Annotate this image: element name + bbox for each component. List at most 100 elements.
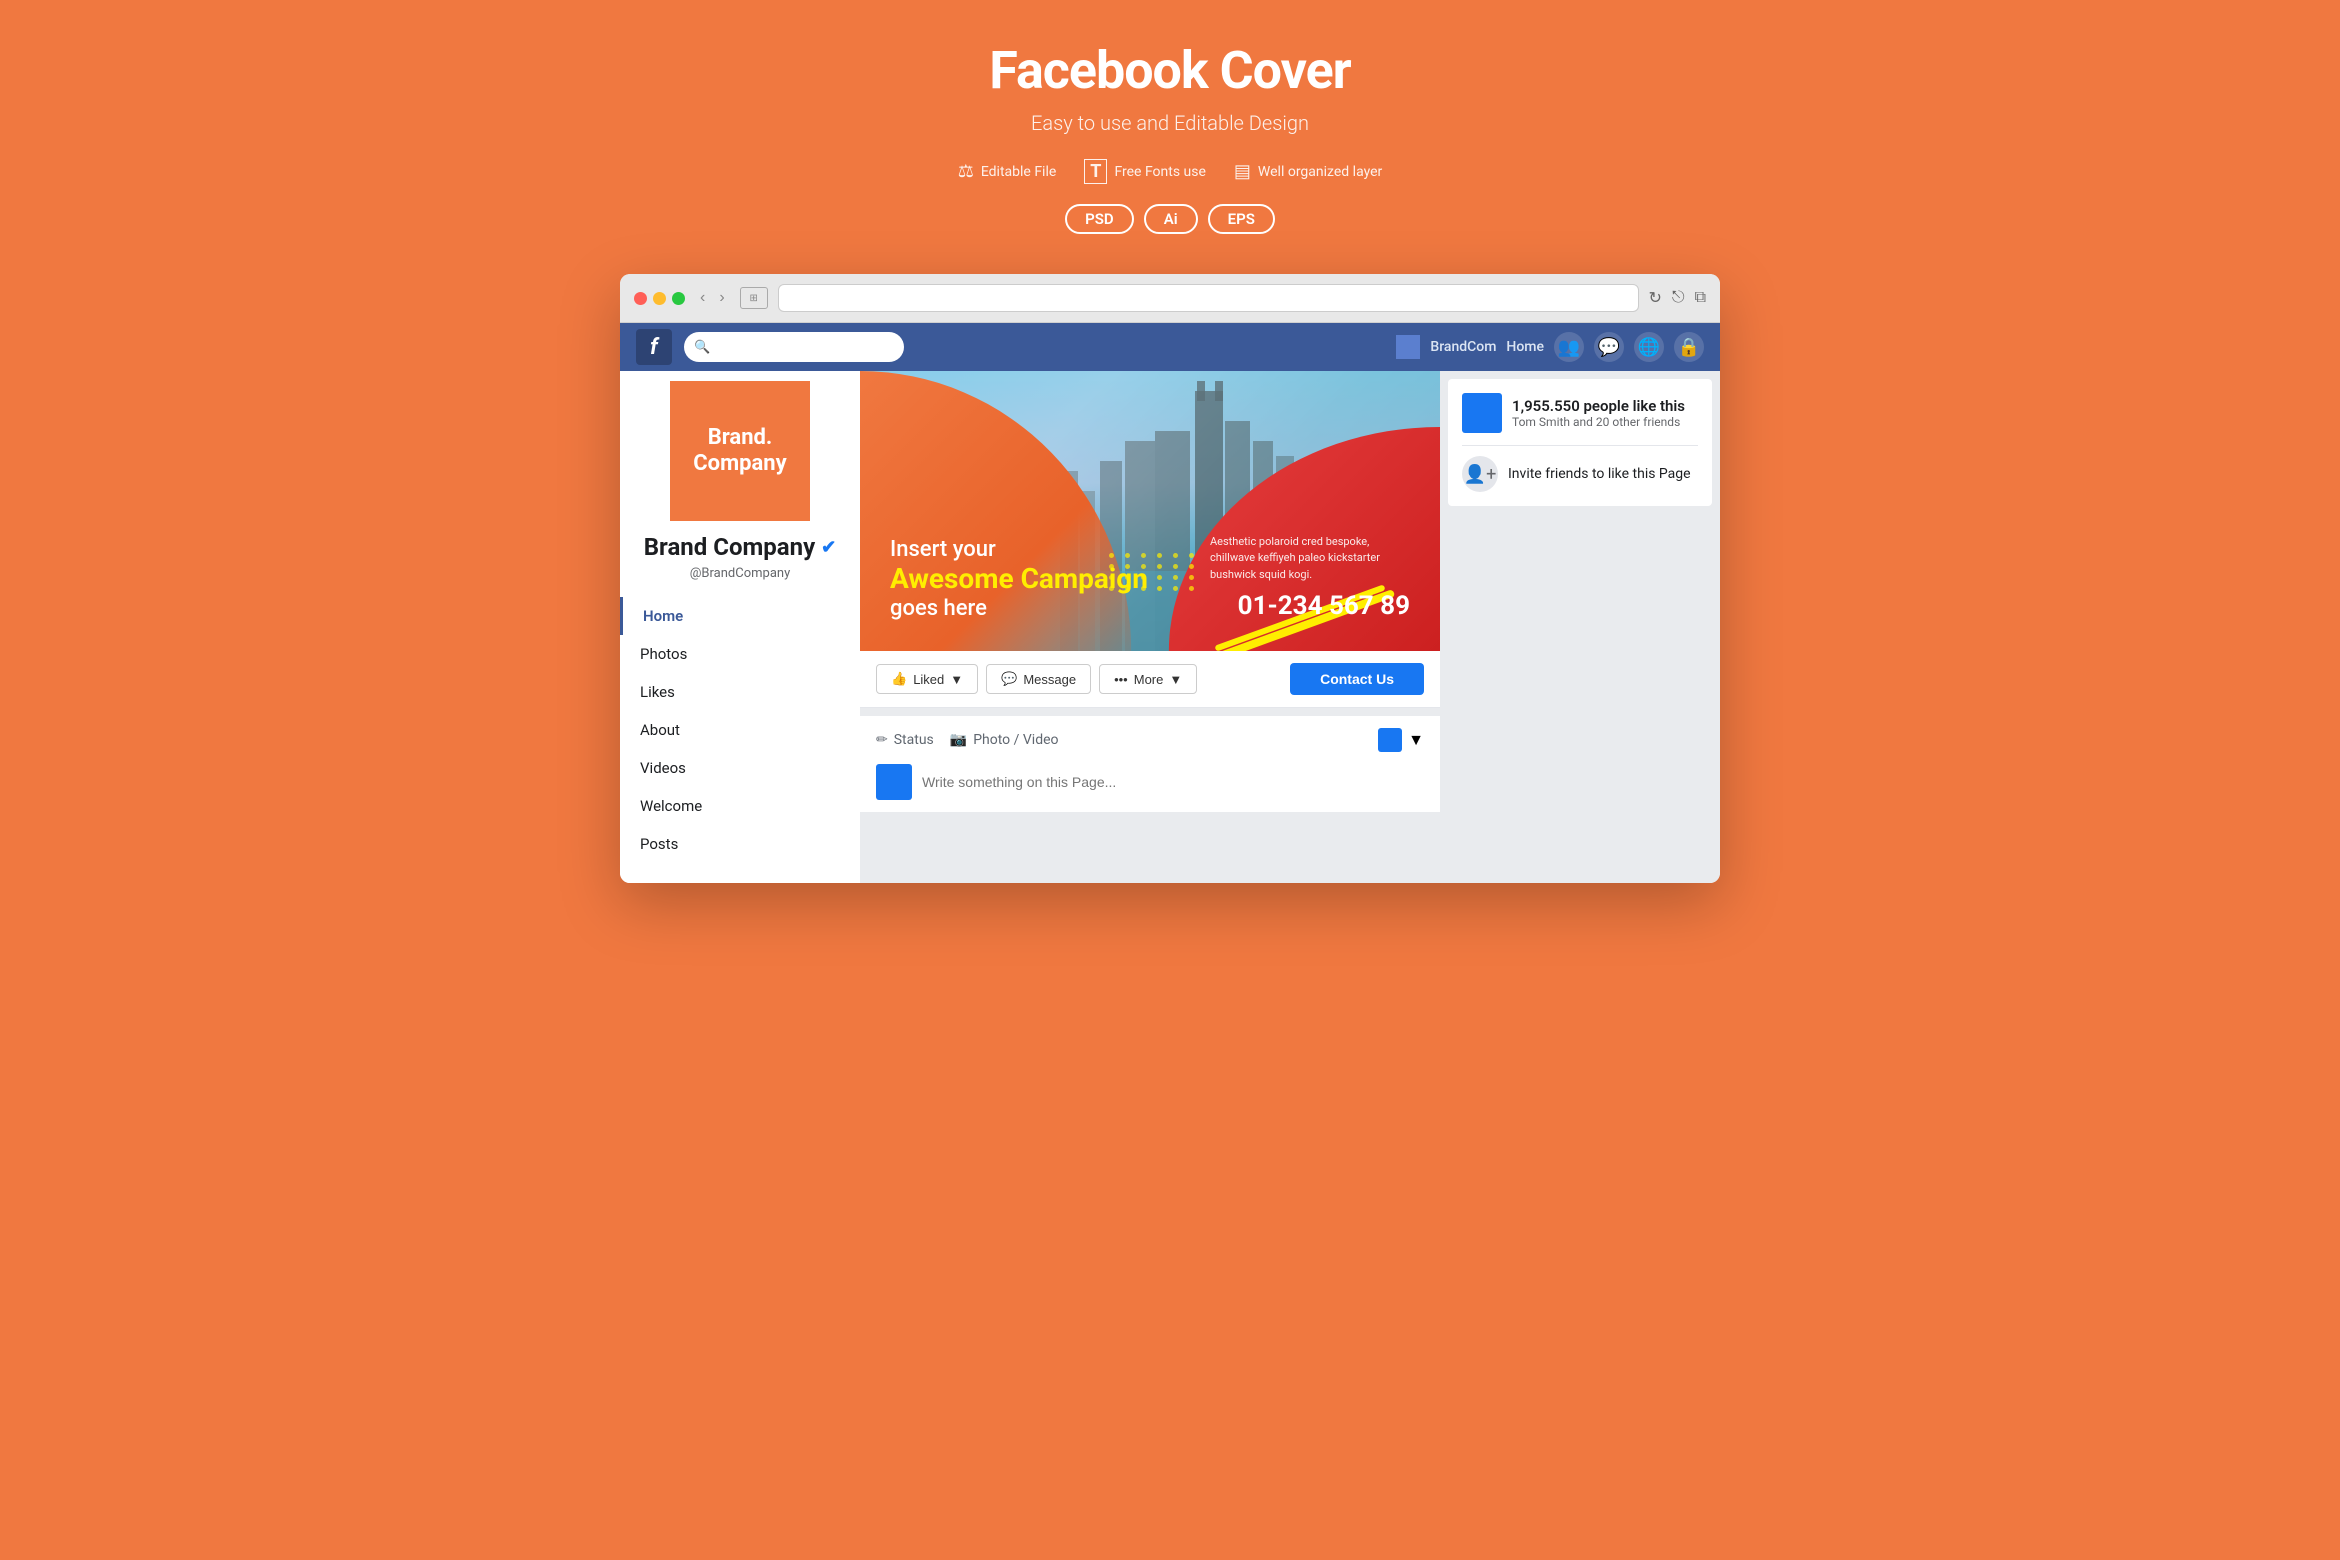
cover-insert-text: Insert your <box>890 537 1148 562</box>
header-section: Facebook Cover Easy to use and Editable … <box>958 40 1383 234</box>
fb-action-left: 👍 Liked ▼ 💬 Message ••• More ▼ <box>876 664 1290 694</box>
fb-content: Brand. Company Brand Company ✔ @BrandCom… <box>620 371 1720 883</box>
fb-navbar: f 🔍 BrandCom Home 👥 💬 🌐 🔒 <box>620 323 1720 371</box>
post-avatar <box>876 764 912 800</box>
badges-row: PSD Ai EPS <box>958 204 1383 234</box>
liked-button[interactable]: 👍 Liked ▼ <box>876 664 978 694</box>
cover-campaign-text: Awesome Campaign <box>890 562 1148 596</box>
search-icon: 🔍 <box>694 340 710 355</box>
profile-name-text: Brand Company <box>644 533 815 562</box>
invite-icon: 👤+ <box>1462 456 1498 492</box>
browser-window: ‹ › ⊞ ↻ ⎋ ⧉ f 🔍 BrandCom Home 👥 💬 🌐 🔒 <box>620 274 1720 883</box>
layers-icon: ▤ <box>1234 161 1251 182</box>
dot-green[interactable] <box>672 292 685 305</box>
verified-badge: ✔ <box>821 537 836 559</box>
fb-globe-icon[interactable]: 🌐 <box>1634 332 1664 362</box>
invite-row: 👤+ Invite friends to like this Page <box>1462 456 1698 492</box>
post-area: ✏ Status 📷 Photo / Video ▼ <box>860 716 1440 812</box>
photo-video-tab[interactable]: 📷 Photo / Video <box>950 732 1059 748</box>
feature-editable: ⚖ Editable File <box>958 161 1057 182</box>
cover-desc-text: Aesthetic polaroid cred bespoke, chillwa… <box>1210 534 1410 584</box>
fb-home-label[interactable]: Home <box>1506 339 1544 355</box>
status-tab[interactable]: ✏ Status <box>876 732 934 748</box>
fonts-icon: T <box>1084 159 1107 184</box>
cover-goes-text: goes here <box>890 596 1148 621</box>
dot-red[interactable] <box>634 292 647 305</box>
fb-nav-menu: Home Photos Likes About Videos Welcome P… <box>620 597 860 863</box>
fb-action-bar: 👍 Liked ▼ 💬 Message ••• More ▼ Contact U… <box>860 651 1440 708</box>
page-subtitle: Easy to use and Editable Design <box>958 111 1383 135</box>
post-tabs: ✏ Status 📷 Photo / Video ▼ <box>876 728 1424 752</box>
sidebar-item-home[interactable]: Home <box>620 597 860 635</box>
browser-nav: ‹ › <box>695 287 730 309</box>
fb-brand-label: BrandCom <box>1430 339 1496 355</box>
profile-handle: @BrandCompany <box>620 566 860 581</box>
editable-icon: ⚖ <box>958 161 974 182</box>
fb-lock-icon[interactable]: 🔒 <box>1674 332 1704 362</box>
fb-friends-icon[interactable]: 👥 <box>1554 332 1584 362</box>
dot-yellow[interactable] <box>653 292 666 305</box>
fb-logo: f <box>636 329 672 365</box>
browser-chrome: ‹ › ⊞ ↻ ⎋ ⧉ <box>620 274 1720 323</box>
cover-content-right: Aesthetic polaroid cred bespoke, chillwa… <box>1210 534 1410 622</box>
sidebar-item-photos[interactable]: Photos <box>620 635 860 673</box>
thumb-up-icon: 👍 <box>891 671 907 687</box>
features-row: ⚖ Editable File T Free Fonts use ▤ Well … <box>958 159 1383 184</box>
likes-header: 1,955.550 people like this Tom Smith and… <box>1462 393 1698 433</box>
feature-layers-label: Well organized layer <box>1258 164 1382 180</box>
page-title: Facebook Cover <box>958 40 1383 101</box>
feature-fonts: T Free Fonts use <box>1084 159 1206 184</box>
feature-layers: ▤ Well organized layer <box>1234 161 1382 182</box>
more-dropdown-icon: ▼ <box>1169 672 1182 687</box>
likes-info: 1,955.550 people like this Tom Smith and… <box>1512 397 1698 429</box>
likes-avatar <box>1462 393 1502 433</box>
fb-search-bar[interactable]: 🔍 <box>684 332 904 362</box>
sidebar-item-welcome[interactable]: Welcome <box>620 787 860 825</box>
feature-fonts-label: Free Fonts use <box>1114 164 1205 180</box>
fb-right-panel: 1,955.550 people like this Tom Smith and… <box>1440 371 1720 883</box>
cover-phone-text: 01-234 567 89 <box>1210 591 1410 621</box>
post-input[interactable] <box>922 774 1424 790</box>
reload-button[interactable]: ↻ <box>1649 288 1662 308</box>
back-button[interactable]: ‹ <box>695 287 710 309</box>
new-tab-button[interactable]: ⧉ <box>1695 289 1706 307</box>
liked-dropdown-icon: ▼ <box>950 672 963 687</box>
fb-likes-box: 1,955.550 people like this Tom Smith and… <box>1448 379 1712 506</box>
contact-us-button[interactable]: Contact Us <box>1290 663 1424 695</box>
cover-photo: Insert your Awesome Campaign goes here A… <box>860 371 1440 651</box>
sidebar-item-about[interactable]: About <box>620 711 860 749</box>
post-input-area <box>876 764 1424 800</box>
invite-text[interactable]: Invite friends to like this Page <box>1508 466 1691 482</box>
tab-icon: ⊞ <box>740 287 768 309</box>
share-button[interactable]: ⎋ <box>1672 289 1685 307</box>
forward-button[interactable]: › <box>714 287 729 309</box>
feature-editable-label: Editable File <box>981 164 1056 180</box>
browser-dots <box>634 292 685 305</box>
sidebar-item-videos[interactable]: Videos <box>620 749 860 787</box>
more-button[interactable]: ••• More ▼ <box>1099 664 1197 694</box>
message-button[interactable]: 💬 Message <box>986 664 1091 694</box>
likes-friends: Tom Smith and 20 other friends <box>1512 415 1698 429</box>
camera-icon: 📷 <box>950 732 967 748</box>
likes-divider <box>1462 445 1698 446</box>
fb-messages-icon[interactable]: 💬 <box>1594 332 1624 362</box>
fb-main: Insert your Awesome Campaign goes here A… <box>860 371 1440 883</box>
fb-nav-right: BrandCom Home 👥 💬 🌐 🔒 <box>1396 332 1704 362</box>
browser-actions: ↻ ⎋ ⧉ <box>1649 288 1707 308</box>
post-dropdown-icon: ▼ <box>1408 730 1424 750</box>
badge-eps: EPS <box>1208 204 1275 234</box>
likes-count: 1,955.550 people like this <box>1512 397 1698 415</box>
badge-ai: Ai <box>1144 204 1198 234</box>
address-bar[interactable] <box>778 284 1639 312</box>
message-icon: 💬 <box>1001 671 1017 687</box>
sidebar-item-likes[interactable]: Likes <box>620 673 860 711</box>
sidebar-item-posts[interactable]: Posts <box>620 825 860 863</box>
profile-picture: Brand. Company <box>670 381 810 521</box>
more-dots-icon: ••• <box>1114 672 1128 687</box>
pencil-icon: ✏ <box>876 732 888 748</box>
post-color-btn[interactable] <box>1378 728 1402 752</box>
profile-name: Brand Company ✔ <box>636 533 844 562</box>
badge-psd: PSD <box>1065 204 1134 234</box>
profile-pic-text: Brand. Company <box>693 425 786 478</box>
cover-content-left: Insert your Awesome Campaign goes here <box>890 537 1148 621</box>
